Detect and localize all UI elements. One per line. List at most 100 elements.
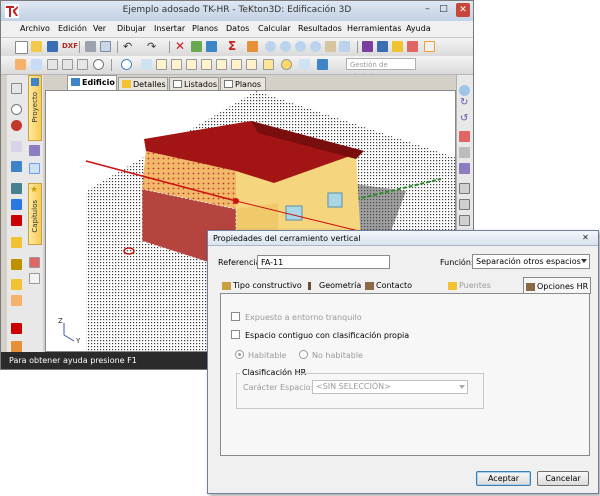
referencia-input[interactable]: FA-11 [257,255,390,269]
dialog-close-button[interactable]: ✕ [579,233,592,243]
symbol-search-input[interactable]: Gestión de símbolos... [346,58,416,81]
minimize-button[interactable]: – [422,4,433,15]
pen-icon[interactable] [459,131,470,142]
door-insert-icon[interactable] [186,59,197,70]
zoom-all-icon[interactable] [310,41,321,52]
caracter-espacio-select[interactable]: <SIN SELECCIÓN> [312,380,468,394]
visual-style-icon[interactable] [424,41,435,52]
menu-archivo[interactable]: Archivo [20,24,50,33]
menu-edicion[interactable]: Edición [58,24,87,33]
dialog-title-bar[interactable]: Propiedades del cerramiento vertical ✕ [208,231,598,246]
tab-tipo-constructivo[interactable]: Tipo constructivo [220,279,302,293]
zoom-window-icon[interactable] [295,41,306,52]
target-icon[interactable] [11,120,22,131]
menu-calcular[interactable]: Calcular [258,24,291,33]
perspective-icon[interactable] [459,163,470,174]
sum-icon[interactable]: Σ [228,39,236,53]
menu-ayuda[interactable]: Ayuda [406,24,431,33]
snap-icon[interactable] [15,59,26,70]
pan-hand-icon[interactable] [325,41,336,52]
text-style-icon[interactable] [11,199,22,210]
tab-puentes-termicos[interactable]: Puentes térmicos [446,279,522,304]
terrain-icon[interactable] [281,59,292,70]
grid-icon[interactable] [299,59,310,70]
undo-icon[interactable]: ↶ [123,40,132,53]
line-icon[interactable] [47,59,58,70]
section-view-icon[interactable] [459,215,470,226]
save-icon[interactable] [47,41,58,52]
menu-dibujar[interactable]: Dibujar [117,24,146,33]
elevation-view-icon[interactable] [459,199,470,210]
title-bar[interactable]: Ejemplo adosado TK-HR - TeKton3D: Edific… [1,1,473,21]
measure-icon[interactable] [11,323,22,334]
note-icon[interactable] [29,273,40,284]
funcion-select[interactable]: Separación otros espacios [472,254,590,269]
new-file-icon[interactable] [15,41,28,54]
room-icon[interactable] [263,59,274,70]
pointer-icon[interactable] [31,59,42,70]
tab-contacto-terreno[interactable]: Contacto terreno [363,279,443,304]
tab-geometria[interactable]: Geometría [306,279,361,293]
stair-icon[interactable] [216,59,227,70]
hatch-icon[interactable] [11,183,22,194]
redo-icon[interactable]: ↷ [147,40,156,53]
orbit-icon[interactable] [459,85,470,96]
dxf-import-icon[interactable]: DXF [62,42,78,50]
menu-planos[interactable]: Planos [192,24,218,33]
render-icon[interactable] [407,41,418,52]
roof-icon[interactable] [201,59,212,70]
no-habitable-radio[interactable] [299,350,308,359]
calculate-icon[interactable] [247,41,258,52]
mirror-icon[interactable] [459,147,470,158]
tree-icon[interactable] [29,145,40,156]
polyline-icon[interactable] [62,59,73,70]
maximize-button[interactable]: □ [438,4,449,15]
pencil-icon[interactable] [11,237,22,248]
clock-icon[interactable] [11,104,22,115]
window-insert-icon[interactable] [171,59,182,70]
close-button[interactable]: ✕ [456,3,470,17]
layers-icon[interactable] [362,41,373,52]
circle-icon[interactable] [93,59,104,70]
tab-listados[interactable]: Listados [169,77,219,90]
zone-icon[interactable] [246,59,257,70]
print-preview-icon[interactable] [100,41,111,52]
tab-planos[interactable]: Planos [220,77,266,90]
menu-insertar[interactable]: Insertar [154,24,185,33]
habitable-radio[interactable] [235,350,244,359]
dimension-icon[interactable] [11,161,22,172]
menu-resultados[interactable]: Resultados [298,24,342,33]
print-icon[interactable] [85,41,96,52]
rotate-right-icon[interactable]: ↺ [460,113,468,124]
zoom-in-icon[interactable] [265,41,276,52]
tab-detalles[interactable]: Detalles [118,77,168,90]
tab-proyecto[interactable]: Proyecto [28,75,42,141]
coordinates-icon[interactable] [317,59,328,70]
marker-icon[interactable] [11,279,22,290]
rotate-left-icon[interactable]: ↻ [460,97,468,108]
list-icon[interactable] [11,141,22,152]
object-select-icon[interactable] [377,41,388,52]
zoom-out-icon[interactable] [280,41,291,52]
menu-datos[interactable]: Datos [226,24,249,33]
slab-icon[interactable] [156,59,167,70]
zoom-extents-icon[interactable] [339,41,350,52]
space-icon[interactable] [231,59,242,70]
tab-opciones-hr[interactable]: Opciones HR [523,277,591,294]
plan-view-icon[interactable] [459,183,470,194]
info-icon[interactable] [121,59,132,70]
tab-capitulos[interactable]: ★ Capítulos [28,183,42,245]
flag-icon[interactable] [11,215,22,226]
wall-icon[interactable] [141,59,152,70]
tab-edificio[interactable]: Edificio [67,75,117,90]
light-icon[interactable] [392,41,403,52]
properties-icon[interactable] [206,41,217,52]
document-icon[interactable] [29,163,40,174]
sheet-icon[interactable] [11,83,22,94]
menu-herramientas[interactable]: Herramientas [347,24,402,33]
fill-icon[interactable] [11,295,22,306]
cancelar-button[interactable]: Cancelar [537,471,589,486]
rectangle-icon[interactable] [77,59,88,70]
edit-icon[interactable] [191,41,202,52]
expuesto-checkbox[interactable] [231,312,240,321]
